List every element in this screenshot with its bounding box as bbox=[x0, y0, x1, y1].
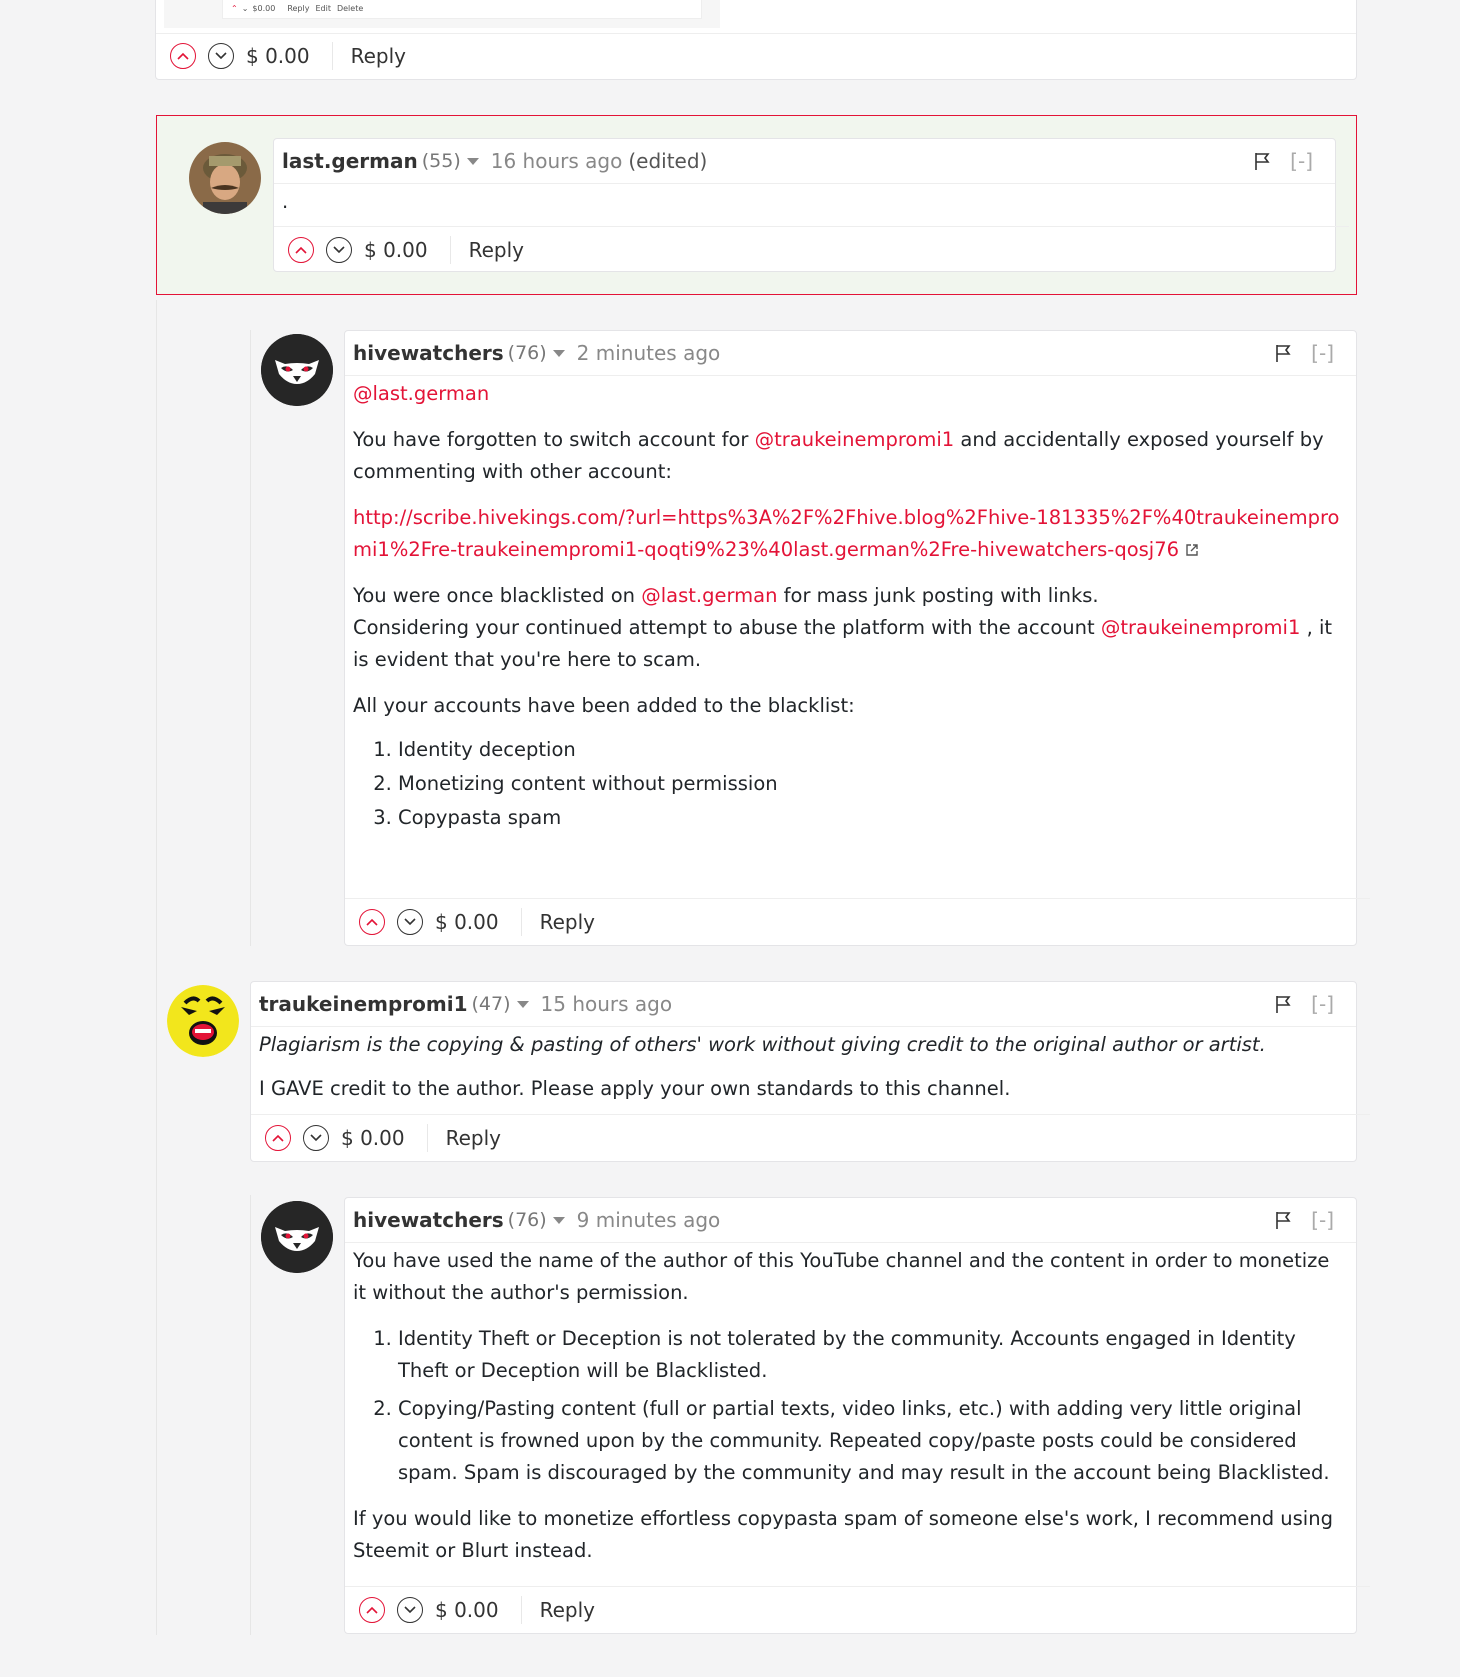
upvote-button[interactable] bbox=[265, 1125, 291, 1151]
comment-footer: $ 0.00 Reply bbox=[274, 226, 1349, 273]
upvote-button[interactable] bbox=[359, 1597, 385, 1623]
comment-body: @last.german You have forgotten to switc… bbox=[345, 376, 1356, 832]
comment-footer: $ 0.00 Reply bbox=[345, 1586, 1370, 1633]
chevron-down-icon bbox=[333, 246, 345, 254]
avatar[interactable] bbox=[189, 142, 261, 214]
list-item: Identity deception bbox=[398, 736, 1348, 764]
author-menu-caret-icon[interactable] bbox=[516, 1000, 529, 1008]
list-item: Copypasta spam bbox=[398, 804, 1348, 832]
comment-card: hivewatchers (76) 9 minutes ago [-] You … bbox=[344, 1197, 1370, 1634]
author-reputation: (76) bbox=[507, 1209, 547, 1231]
comment-timestamp[interactable]: 2 minutes ago bbox=[577, 341, 721, 365]
list-item: Identity Theft or Deception is not toler… bbox=[398, 1323, 1348, 1387]
collapse-toggle[interactable]: [-] bbox=[1311, 992, 1334, 1016]
chevron-up-icon bbox=[295, 246, 307, 254]
owl-logo-icon bbox=[261, 334, 333, 406]
downvote-button[interactable] bbox=[397, 909, 423, 935]
chevron-up-icon bbox=[272, 1134, 284, 1142]
mention-link[interactable]: @last.german bbox=[641, 584, 777, 607]
author-reputation: (55) bbox=[421, 150, 461, 172]
downvote-button[interactable] bbox=[303, 1125, 329, 1151]
previous-comment-card: ⌃ ⌄ $0.00 Reply Edit Delete $ 0.00 Reply bbox=[155, 0, 1357, 80]
thread-line bbox=[156, 300, 157, 1635]
quote-text: Plagiarism is the copying & pasting of o… bbox=[259, 1033, 1266, 1056]
avatar[interactable] bbox=[167, 985, 239, 1057]
chevron-down-icon bbox=[404, 1606, 416, 1614]
comment-footer: $ 0.00 Reply bbox=[345, 898, 1370, 945]
downvote-button[interactable] bbox=[208, 43, 234, 69]
flag-icon[interactable] bbox=[1274, 343, 1292, 368]
author-reputation: (76) bbox=[507, 342, 547, 364]
reply-button[interactable]: Reply bbox=[540, 1598, 595, 1622]
reply-button[interactable]: Reply bbox=[469, 238, 524, 262]
author-menu-caret-icon[interactable] bbox=[466, 157, 479, 165]
comment-timestamp[interactable]: 15 hours ago bbox=[541, 992, 673, 1016]
downvote-button[interactable] bbox=[397, 1597, 423, 1623]
comment-footer: $ 0.00 Reply bbox=[251, 1114, 1370, 1161]
upvote-button[interactable] bbox=[170, 43, 196, 69]
thread-line bbox=[250, 330, 251, 946]
avatar[interactable] bbox=[261, 334, 333, 406]
reply-button[interactable]: Reply bbox=[351, 44, 406, 68]
author-menu-caret-icon[interactable] bbox=[552, 1216, 565, 1224]
chevron-up-icon bbox=[177, 52, 189, 60]
payout-value[interactable]: $ 0.00 bbox=[435, 908, 522, 936]
author-menu-caret-icon[interactable] bbox=[552, 349, 565, 357]
edited-label: (edited) bbox=[628, 149, 708, 173]
payout-value[interactable]: $ 0.00 bbox=[341, 1124, 428, 1152]
chevron-up-icon bbox=[366, 918, 378, 926]
comment-timestamp[interactable]: 16 hours ago bbox=[491, 149, 623, 173]
avatar[interactable] bbox=[261, 1201, 333, 1273]
comment-card: traukeinempromi1 (47) 15 hours ago [-] P… bbox=[250, 981, 1370, 1162]
chevron-up-icon bbox=[366, 1606, 378, 1614]
emoji-face-avatar bbox=[167, 985, 239, 1057]
comment-author[interactable]: traukeinempromi1 bbox=[259, 992, 468, 1016]
payout-value[interactable]: $ 0.00 bbox=[364, 236, 451, 264]
comment-timestamp[interactable]: 9 minutes ago bbox=[577, 1208, 721, 1232]
mention-link[interactable]: @traukeinempromi1 bbox=[1101, 616, 1301, 639]
owl-logo-icon bbox=[261, 1201, 333, 1273]
comment-card: hivewatchers (76) 2 minutes ago [-] @las… bbox=[344, 330, 1370, 946]
comment-body: . bbox=[282, 190, 289, 213]
downvote-button[interactable] bbox=[326, 237, 352, 263]
highlighted-comment: last.german (55) 16 hours ago (edited) [… bbox=[156, 115, 1357, 295]
author-reputation: (47) bbox=[471, 993, 511, 1015]
avatar-image bbox=[189, 142, 261, 214]
payout-value[interactable]: $ 0.00 bbox=[435, 1596, 522, 1624]
collapse-toggle[interactable]: [-] bbox=[1290, 149, 1313, 173]
mention-link[interactable]: @last.german bbox=[353, 382, 489, 405]
comment-body: Plagiarism is the copying & pasting of o… bbox=[251, 1027, 1356, 1105]
embedded-screenshot: ⌃ ⌄ $0.00 Reply Edit Delete bbox=[164, 0, 720, 28]
reply-button[interactable]: Reply bbox=[446, 1126, 501, 1150]
chevron-down-icon bbox=[215, 52, 227, 60]
blacklist-reasons-list: Identity deception Monetizing content wi… bbox=[353, 736, 1348, 832]
flag-icon[interactable] bbox=[1253, 151, 1271, 176]
mention-link[interactable]: @traukeinempromi1 bbox=[755, 428, 955, 451]
rules-list: Identity Theft or Deception is not toler… bbox=[353, 1323, 1348, 1489]
reply-button[interactable]: Reply bbox=[540, 910, 595, 934]
collapse-toggle[interactable]: [-] bbox=[1311, 1208, 1334, 1232]
upvote-button[interactable] bbox=[359, 909, 385, 935]
comment-author[interactable]: hivewatchers bbox=[353, 1208, 504, 1232]
comment-body: You have used the name of the author of … bbox=[345, 1243, 1356, 1567]
chevron-down-icon bbox=[404, 918, 416, 926]
comment-author[interactable]: hivewatchers bbox=[353, 341, 504, 365]
list-item: Copying/Pasting content (full or partial… bbox=[398, 1393, 1348, 1489]
upvote-button[interactable] bbox=[288, 237, 314, 263]
external-link-icon bbox=[1186, 544, 1198, 556]
chevron-down-icon bbox=[310, 1134, 322, 1142]
list-item: Monetizing content without permission bbox=[398, 770, 1348, 798]
flag-icon[interactable] bbox=[1274, 1210, 1292, 1235]
thread-line bbox=[250, 1195, 251, 1635]
flag-icon[interactable] bbox=[1274, 994, 1292, 1019]
payout-value[interactable]: $ 0.00 bbox=[246, 42, 333, 70]
comment-author[interactable]: last.german bbox=[282, 149, 418, 173]
collapse-toggle[interactable]: [-] bbox=[1311, 341, 1334, 365]
